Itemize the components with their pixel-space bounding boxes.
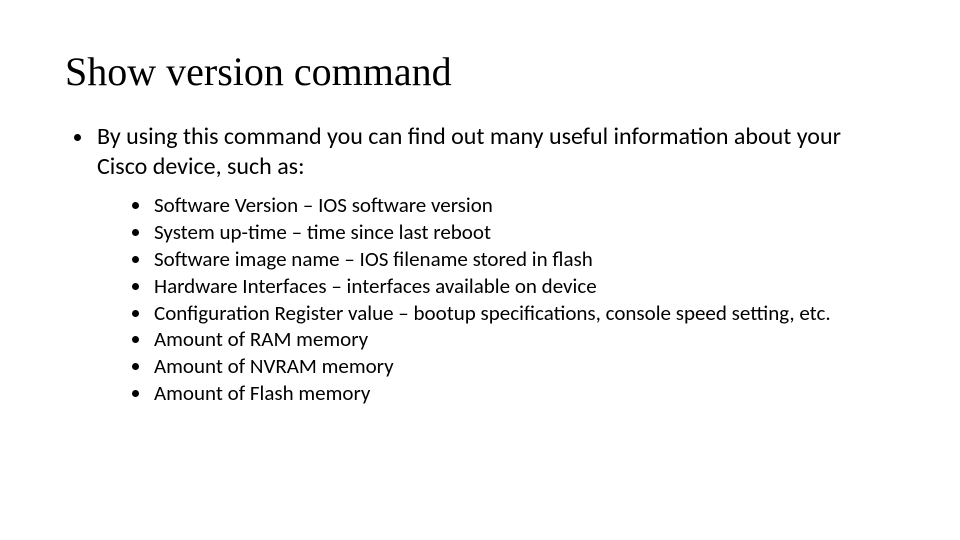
list-item: Amount of RAM memory [152, 326, 895, 353]
list-item: Configuration Register value – bootup sp… [152, 300, 895, 327]
list-item: Amount of NVRAM memory [152, 353, 895, 380]
intro-list-item: By using this command you can find out m… [95, 122, 895, 407]
list-item: Software Version – IOS software version [152, 192, 895, 219]
slide: Show version command By using this comma… [0, 0, 960, 540]
list-item: Amount of Flash memory [152, 380, 895, 407]
sub-bullet-list: Software Version – IOS software version … [97, 192, 895, 407]
intro-text: By using this command you can find out m… [97, 122, 895, 182]
main-bullet-list: By using this command you can find out m… [65, 122, 895, 407]
slide-title: Show version command [65, 50, 895, 94]
list-item: System up-time – time since last reboot [152, 219, 895, 246]
list-item: Software image name – IOS filename store… [152, 246, 895, 273]
list-item: Hardware Interfaces – interfaces availab… [152, 273, 895, 300]
